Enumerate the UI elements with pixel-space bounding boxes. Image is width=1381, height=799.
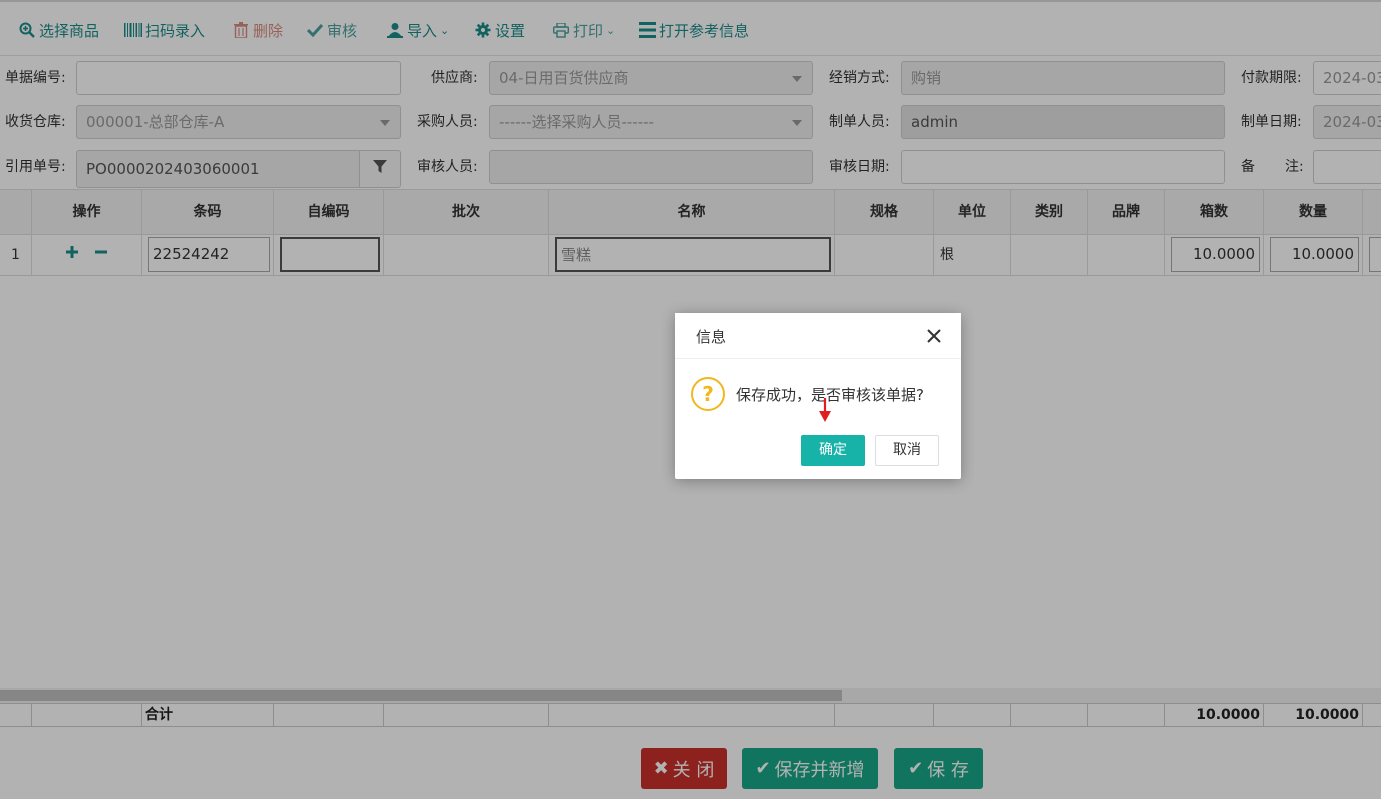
confirm-cancel-button[interactable]: 取消	[875, 435, 939, 466]
question-icon: ?	[691, 377, 725, 411]
close-icon[interactable]	[925, 327, 943, 345]
confirm-dialog: 信息 ? 保存成功，是否审核该单据? 确定 取消	[675, 313, 961, 479]
dialog-header: 信息	[675, 313, 961, 359]
confirm-ok-button[interactable]: 确定	[801, 435, 865, 466]
dialog-title: 信息	[696, 328, 727, 346]
arrow-down-icon	[819, 398, 831, 422]
